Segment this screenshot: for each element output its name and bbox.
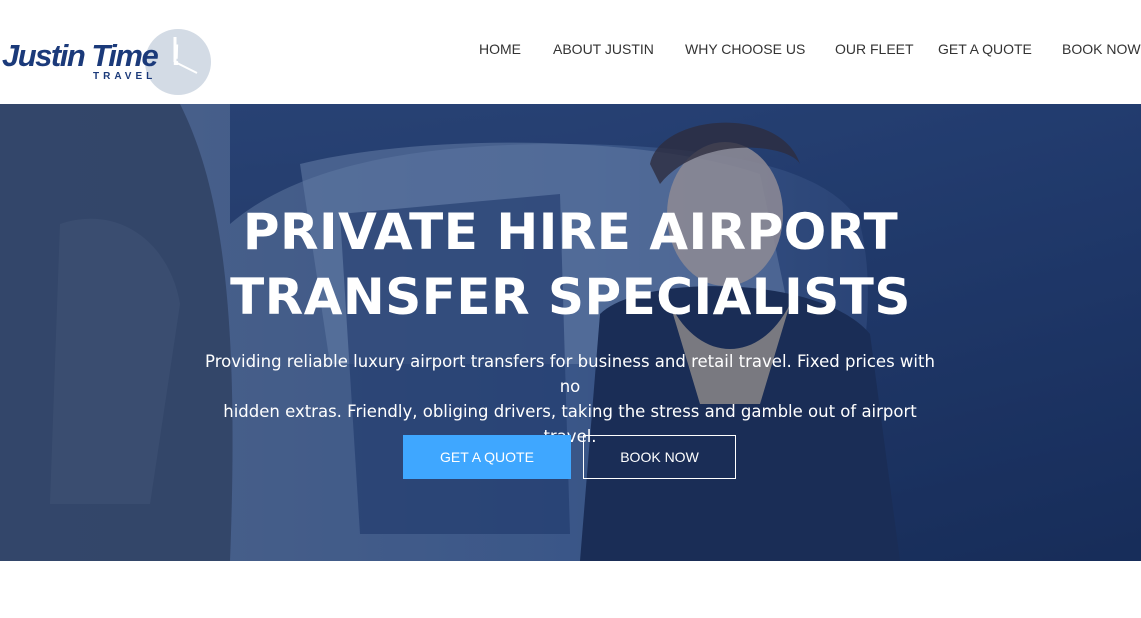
logo-subtitle: TRAVEL: [93, 71, 157, 82]
nav-book-now[interactable]: BOOK NOW: [1062, 41, 1141, 57]
book-now-button[interactable]: BOOK NOW: [583, 435, 736, 479]
main-navigation: HOME ABOUT JUSTIN WHY CHOOSE US OUR FLEE…: [0, 41, 1141, 61]
nav-about-justin[interactable]: ABOUT JUSTIN: [553, 41, 654, 57]
hero-section: PRIVATE HIRE AIRPORT TRANSFER SPECIALIST…: [0, 104, 1141, 561]
hero-title: PRIVATE HIRE AIRPORT TRANSFER SPECIALIST…: [0, 200, 1141, 330]
nav-get-a-quote[interactable]: GET A QUOTE: [938, 41, 1032, 57]
site-header: ! Justin Time TRAVEL HOME ABOUT JUSTIN W…: [0, 0, 1141, 104]
hero-title-line-1: PRIVATE HIRE AIRPORT: [242, 203, 899, 261]
hero-overlay: [0, 104, 1141, 561]
nav-our-fleet[interactable]: OUR FLEET: [835, 41, 914, 57]
hero-subtitle-line-1: Providing reliable luxury airport transf…: [205, 352, 935, 396]
hero-title-line-2: TRANSFER SPECIALISTS: [230, 268, 911, 326]
get-a-quote-button[interactable]: GET A QUOTE: [403, 435, 571, 479]
nav-why-choose-us[interactable]: WHY CHOOSE US: [685, 41, 805, 57]
hero-subtitle: Providing reliable luxury airport transf…: [195, 349, 945, 449]
logo[interactable]: ! Justin Time TRAVEL: [0, 24, 215, 100]
content-below-hero: [0, 561, 1141, 618]
nav-home[interactable]: HOME: [479, 41, 521, 57]
